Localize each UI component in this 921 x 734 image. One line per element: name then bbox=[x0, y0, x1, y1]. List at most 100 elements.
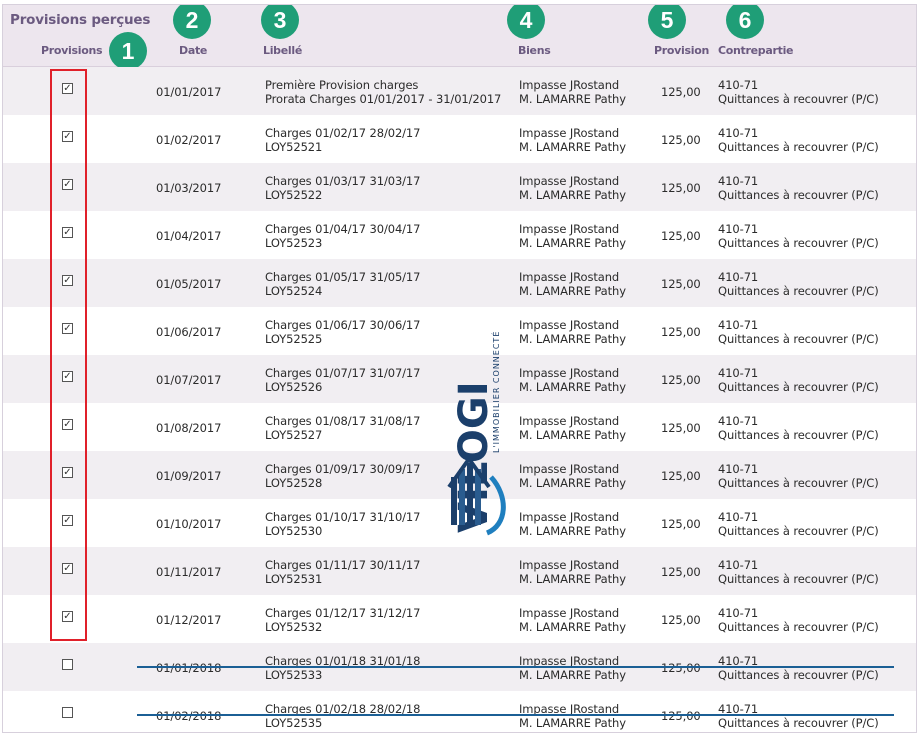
table-row[interactable]: ✓ 01/01/2017 Première Provision charges Pro… bbox=[3, 67, 916, 115]
provisions-table-body: ✓ 01/01/2017 Première Provision charges Pro… bbox=[3, 67, 916, 732]
table-row[interactable]: ✓ 01/05/2017 Charges 01/05/17 31/05/17 LOY5… bbox=[3, 259, 916, 307]
provision-checkbox-checked[interactable]: ✓ bbox=[62, 563, 73, 574]
cell-libelle-line-1: Charges 01/04/17 30/04/17 bbox=[265, 222, 421, 236]
cell-contrepartie-line-2: Quittances à recouvrer (P/C) bbox=[718, 668, 879, 682]
table-row[interactable]: ✓ 01/07/2017 Charges 01/07/17 31/07/17 LOY5… bbox=[3, 355, 916, 403]
cell-biens: Impasse JRostand M. LAMARRE Pathy bbox=[519, 606, 626, 634]
cell-provision: 125,00 bbox=[661, 613, 701, 627]
cell-biens-line-1: Impasse JRostand bbox=[519, 558, 620, 572]
table-row[interactable]: ✓ 01/03/2017 Charges 01/03/17 31/03/17 LOY5… bbox=[3, 163, 916, 211]
provision-checkbox-checked[interactable]: ✓ bbox=[62, 371, 73, 382]
cell-libelle-line-1: Charges 01/11/17 30/11/17 bbox=[265, 558, 421, 572]
column-header-date[interactable]: Date bbox=[179, 44, 207, 57]
table-row[interactable]: 01/01/2018 Charges 01/01/18 31/01/18 LOY52… bbox=[3, 643, 916, 691]
cell-libelle: Charges 01/12/17 31/12/17 LOY52532 bbox=[265, 606, 420, 634]
cell-biens-line-2: M. LAMARRE Pathy bbox=[519, 284, 626, 298]
table-row[interactable]: ✓ 01/04/2017 Charges 01/04/17 30/04/17 LOY5… bbox=[3, 211, 916, 259]
table-row[interactable]: ✓ 01/10/2017 Charges 01/10/17 31/10/17 LOY5… bbox=[3, 499, 916, 547]
cell-biens: Impasse JRostand M. LAMARRE Pathy bbox=[519, 510, 626, 538]
cell-libelle-line-1: Charges 01/08/17 31/08/17 bbox=[265, 414, 421, 428]
cell-provision: 125,00 bbox=[661, 277, 701, 291]
cell-libelle-line-1: Charges 01/10/17 31/10/17 bbox=[265, 510, 421, 524]
cell-libelle-line-2: Prorata Charges 01/01/2017 - 31/01/2017 bbox=[265, 92, 502, 106]
cell-biens-line-2: M. LAMARRE Pathy bbox=[519, 140, 626, 154]
column-header-libelle[interactable]: Libellé bbox=[263, 44, 302, 57]
table-row[interactable]: ✓ 01/09/2017 Charges 01/09/17 30/09/17 LOY5… bbox=[3, 451, 916, 499]
cell-contrepartie-line-2: Quittances à recouvrer (P/C) bbox=[718, 92, 879, 106]
cell-libelle: Charges 01/03/17 31/03/17 LOY52522 bbox=[265, 174, 420, 202]
cell-biens: Impasse JRostand M. LAMARRE Pathy bbox=[519, 414, 626, 442]
provision-checkbox-unchecked[interactable] bbox=[62, 707, 73, 718]
column-header-biens[interactable]: Biens bbox=[518, 44, 551, 57]
cell-date-line-1: 01/01/2018 bbox=[156, 661, 222, 675]
table-row[interactable]: ✓ 01/06/2017 Charges 01/06/17 30/06/17 LOY5… bbox=[3, 307, 916, 355]
cell-provision: 125,00 bbox=[661, 373, 701, 387]
provision-checkbox-checked[interactable]: ✓ bbox=[62, 275, 73, 286]
cell-biens-line-2: M. LAMARRE Pathy bbox=[519, 716, 626, 730]
cell-libelle-line-1: Charges 01/02/17 28/02/17 bbox=[265, 126, 421, 140]
cell-libelle-line-2: LOY52522 bbox=[265, 188, 323, 202]
annotation-badge-5: 5 bbox=[648, 5, 686, 39]
cell-contrepartie: 410-71 Quittances à recouvrer (P/C) bbox=[718, 366, 879, 394]
cell-contrepartie-line-2: Quittances à recouvrer (P/C) bbox=[718, 140, 879, 154]
provision-checkbox-checked[interactable]: ✓ bbox=[62, 131, 73, 142]
provision-checkbox-checked[interactable]: ✓ bbox=[62, 83, 73, 94]
column-header-provision[interactable]: Provision bbox=[654, 44, 709, 57]
provision-checkbox-unchecked[interactable] bbox=[62, 659, 73, 670]
provision-checkbox-checked[interactable]: ✓ bbox=[62, 227, 73, 238]
cell-biens-line-1: Impasse JRostand bbox=[519, 510, 620, 524]
cell-libelle-line-1: Charges 01/03/17 31/03/17 bbox=[265, 174, 421, 188]
cell-libelle-line-2: LOY52532 bbox=[265, 620, 323, 634]
table-row[interactable]: ✓ 01/11/2017 Charges 01/11/17 30/11/17 LOY5… bbox=[3, 547, 916, 595]
cell-provision-line-1: 125,00 bbox=[661, 421, 701, 435]
cell-libelle: Charges 01/02/17 28/02/17 LOY52521 bbox=[265, 126, 420, 154]
annotation-badge-2: 2 bbox=[173, 5, 211, 39]
table-row[interactable]: ✓ 01/02/2017 Charges 01/02/17 28/02/17 LOY5… bbox=[3, 115, 916, 163]
cell-date: 01/01/2017 bbox=[156, 85, 221, 99]
cell-date: 01/01/2018 bbox=[156, 661, 221, 675]
provision-checkbox-checked[interactable]: ✓ bbox=[62, 179, 73, 190]
cell-biens-line-2: M. LAMARRE Pathy bbox=[519, 92, 626, 106]
cell-contrepartie-line-1: 410-71 bbox=[718, 78, 759, 92]
provision-checkbox-checked[interactable]: ✓ bbox=[62, 467, 73, 478]
cell-libelle: Charges 01/10/17 31/10/17 LOY52530 bbox=[265, 510, 420, 538]
cell-contrepartie: 410-71 Quittances à recouvrer (P/C) bbox=[718, 174, 879, 202]
column-header-provisions[interactable]: Provisions bbox=[41, 44, 103, 57]
cell-contrepartie-line-1: 410-71 bbox=[718, 366, 759, 380]
column-header-contrepartie[interactable]: Contrepartie bbox=[718, 44, 794, 57]
cell-libelle-line-1: Première Provision charges bbox=[265, 78, 419, 92]
cell-contrepartie-line-2: Quittances à recouvrer (P/C) bbox=[718, 620, 879, 634]
cell-provision: 125,00 bbox=[661, 469, 701, 483]
provision-checkbox-checked[interactable]: ✓ bbox=[62, 611, 73, 622]
provision-checkbox-checked[interactable]: ✓ bbox=[62, 515, 73, 526]
cell-libelle-line-2: LOY52523 bbox=[265, 236, 323, 250]
cell-biens-line-2: M. LAMARRE Pathy bbox=[519, 476, 626, 490]
cell-biens: Impasse JRostand M. LAMARRE Pathy bbox=[519, 222, 626, 250]
table-row[interactable]: ✓ 01/12/2017 Charges 01/12/17 31/12/17 LOY5… bbox=[3, 595, 916, 643]
cell-provision-line-1: 125,00 bbox=[661, 613, 701, 627]
cell-provision: 125,00 bbox=[661, 325, 701, 339]
cell-date: 01/09/2017 bbox=[156, 469, 221, 483]
cell-contrepartie-line-1: 410-71 bbox=[718, 270, 759, 284]
cell-contrepartie: 410-71 Quittances à recouvrer (P/C) bbox=[718, 78, 879, 106]
cell-contrepartie-line-1: 410-71 bbox=[718, 318, 759, 332]
cell-libelle-line-2: LOY52524 bbox=[265, 284, 323, 298]
cell-biens-line-2: M. LAMARRE Pathy bbox=[519, 428, 626, 442]
cell-date-line-1: 01/10/2017 bbox=[156, 517, 222, 531]
cell-contrepartie: 410-71 Quittances à recouvrer (P/C) bbox=[718, 462, 879, 490]
cell-provision-line-1: 125,00 bbox=[661, 181, 701, 195]
table-row[interactable]: ✓ 01/08/2017 Charges 01/08/17 31/08/17 LOY5… bbox=[3, 403, 916, 451]
cell-date: 01/06/2017 bbox=[156, 325, 221, 339]
cell-date-line-1: 01/06/2017 bbox=[156, 325, 222, 339]
cell-provision-line-1: 125,00 bbox=[661, 373, 701, 387]
cell-provision: 125,00 bbox=[661, 133, 701, 147]
provision-checkbox-checked[interactable]: ✓ bbox=[62, 323, 73, 334]
cell-contrepartie-line-1: 410-71 bbox=[718, 510, 759, 524]
provision-checkbox-checked[interactable]: ✓ bbox=[62, 419, 73, 430]
cell-provision: 125,00 bbox=[661, 421, 701, 435]
cell-libelle: Charges 01/06/17 30/06/17 LOY52525 bbox=[265, 318, 420, 346]
cell-libelle: Charges 01/04/17 30/04/17 LOY52523 bbox=[265, 222, 420, 250]
cell-provision: 125,00 bbox=[661, 709, 701, 723]
annotation-badge-4: 4 bbox=[507, 5, 545, 39]
table-row[interactable]: 01/02/2018 Charges 01/02/18 28/02/18 LOY52… bbox=[3, 691, 916, 732]
